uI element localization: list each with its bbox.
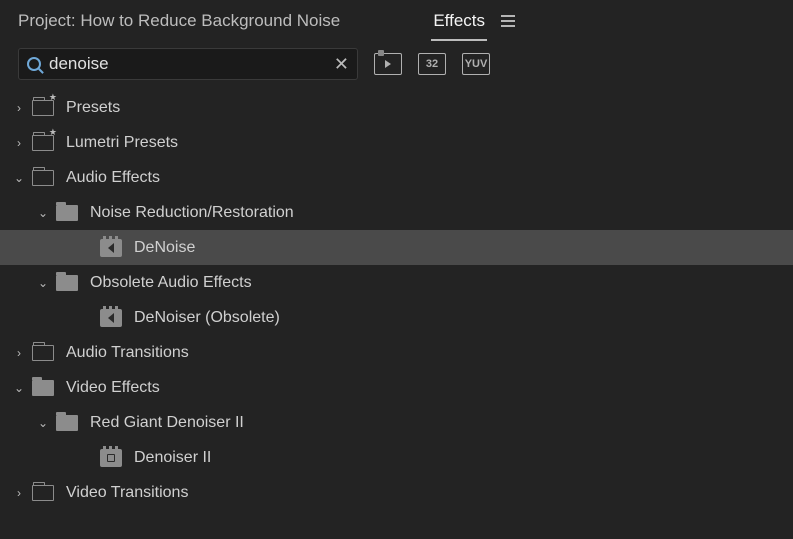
tree-row-redgiant[interactable]: ⌄ Red Giant Denoiser II [0, 405, 793, 440]
tree-label: Noise Reduction/Restoration [90, 204, 294, 222]
tree-row-video-fx[interactable]: ⌄ Video Effects [0, 370, 793, 405]
chevron-down-icon[interactable]: ⌄ [36, 276, 50, 290]
chevron-right-icon[interactable]: › [12, 136, 26, 150]
bin-icon [32, 170, 54, 186]
bin-icon [32, 485, 54, 501]
folder-icon [56, 275, 78, 291]
tree-label: Denoiser II [134, 449, 211, 467]
tree-row-denoiser-obs[interactable]: ›DeNoiser (Obsolete) [0, 300, 793, 335]
panel-menu-icon[interactable] [501, 15, 515, 27]
effects-tree: › Presets › Lumetri Presets ⌄ Audio Effects ⌄ N… [0, 86, 793, 514]
panel-header: Project: How to Reduce Background Noise … [0, 0, 793, 42]
chevron-down-icon[interactable]: ⌄ [12, 381, 26, 395]
tree-label: DeNoiser (Obsolete) [134, 309, 280, 327]
tab-row: Effects [431, 1, 515, 41]
filter-32-icon[interactable]: 32 [418, 53, 446, 75]
folder-icon [56, 415, 78, 431]
audio-effect-icon [100, 309, 122, 327]
tree-row-denoiser2[interactable]: ›Denoiser II [0, 440, 793, 475]
folder-icon [32, 380, 54, 396]
tree-label: Red Giant Denoiser II [90, 414, 244, 432]
search-icon [27, 57, 41, 71]
search-row: ✕ 32 YUV [0, 42, 793, 86]
search-field[interactable]: ✕ [18, 48, 358, 80]
tree-row-audio-fx[interactable]: ⌄ Audio Effects [0, 160, 793, 195]
chevron-right-icon[interactable]: › [12, 346, 26, 360]
chevron-down-icon[interactable]: ⌄ [36, 206, 50, 220]
tree-row-lumetri[interactable]: › Lumetri Presets [0, 125, 793, 160]
tree-row-audio-trans[interactable]: › Audio Transitions [0, 335, 793, 370]
effects-tab[interactable]: Effects [431, 1, 487, 41]
new-bin-icon[interactable] [374, 53, 402, 75]
chevron-right-icon[interactable]: › [12, 486, 26, 500]
tree-row-obsolete[interactable]: ⌄ Obsolete Audio Effects [0, 265, 793, 300]
clear-search-icon[interactable]: ✕ [334, 54, 349, 75]
tree-label: Obsolete Audio Effects [90, 274, 252, 292]
search-input[interactable] [49, 54, 334, 74]
tree-label: DeNoise [134, 239, 195, 257]
tree-row-presets[interactable]: › Presets [0, 90, 793, 125]
video-effect-icon [100, 449, 122, 467]
tree-label: Audio Transitions [66, 344, 189, 362]
tree-label: Audio Effects [66, 169, 160, 187]
tree-row-video-trans[interactable]: › Video Transitions [0, 475, 793, 510]
tree-label: Presets [66, 99, 120, 117]
tree-label: Video Effects [66, 379, 160, 397]
preset-bin-icon [32, 135, 54, 151]
tree-label: Video Transitions [66, 484, 188, 502]
filter-yuv-icon[interactable]: YUV [462, 53, 490, 75]
chevron-right-icon[interactable]: › [12, 101, 26, 115]
chevron-down-icon[interactable]: ⌄ [36, 416, 50, 430]
chevron-down-icon[interactable]: ⌄ [12, 171, 26, 185]
project-tab[interactable]: Project: How to Reduce Background Noise [18, 11, 340, 31]
tree-row-denoise[interactable]: ›DeNoise [0, 230, 793, 265]
tree-label: Lumetri Presets [66, 134, 178, 152]
preset-bin-icon [32, 100, 54, 116]
folder-icon [56, 205, 78, 221]
audio-effect-icon [100, 239, 122, 257]
tree-row-noise-red[interactable]: ⌄ Noise Reduction/Restoration [0, 195, 793, 230]
bin-icon [32, 345, 54, 361]
